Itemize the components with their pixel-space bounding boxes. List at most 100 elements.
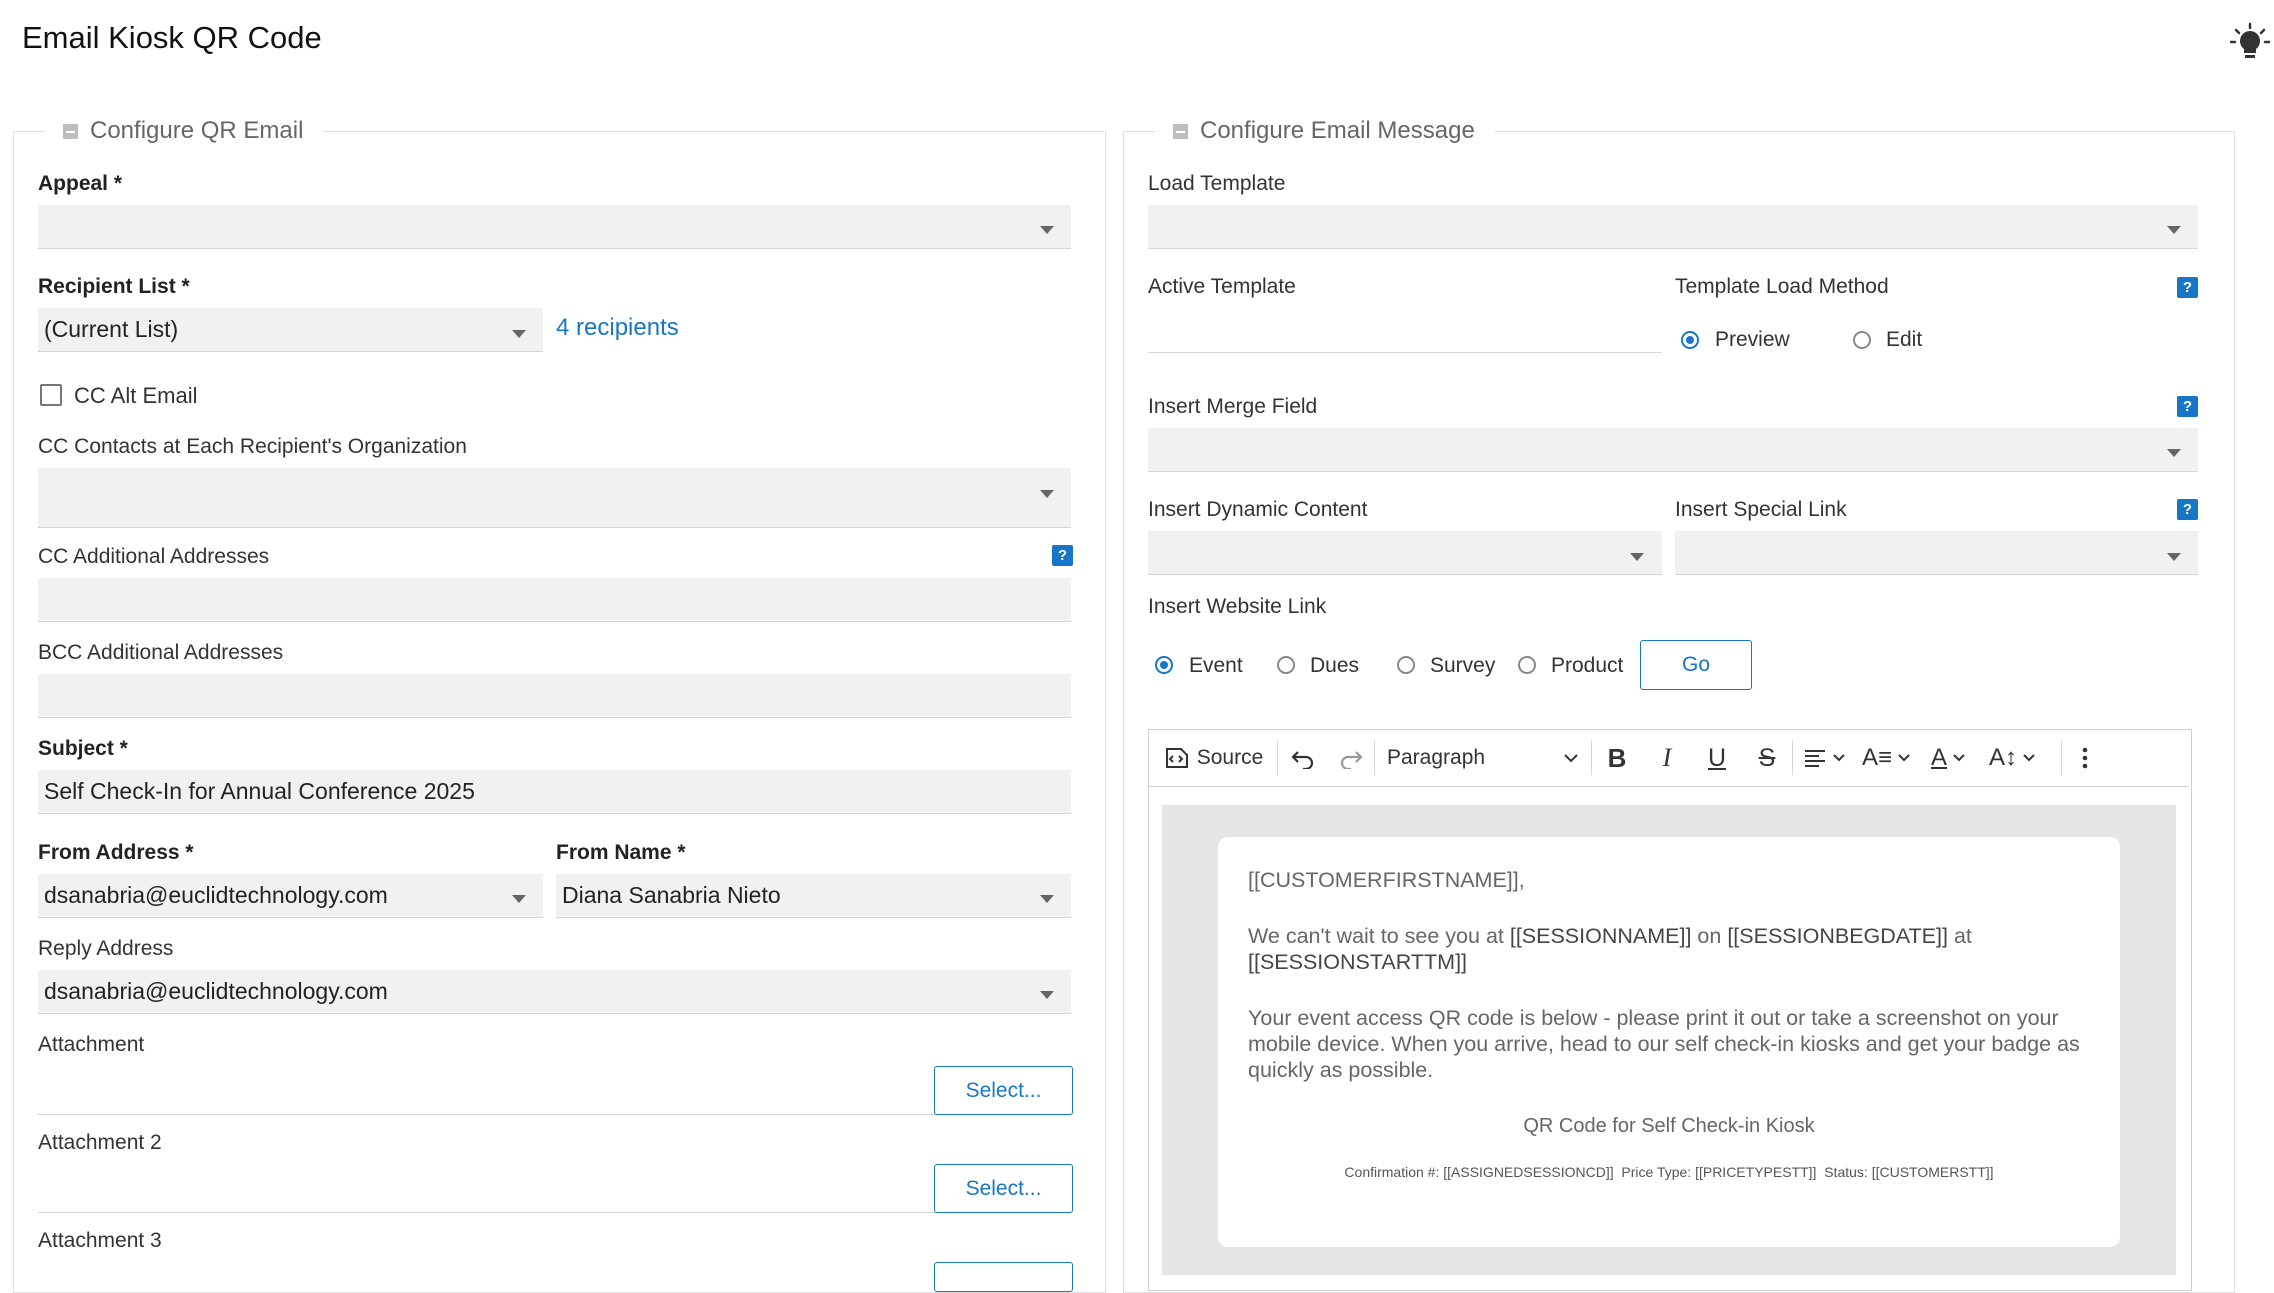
redo-button[interactable] xyxy=(1328,747,1374,769)
collapse-icon[interactable] xyxy=(63,123,78,139)
help-icon[interactable]: ? xyxy=(2177,277,2198,298)
appeal-label: Appeal * xyxy=(38,172,123,195)
from-name-select[interactable]: Diana Sanabria Nieto xyxy=(556,874,1071,918)
recipients-link[interactable]: 4 recipients xyxy=(556,314,679,342)
lightbulb-icon[interactable] xyxy=(2230,22,2270,62)
configure-email-message-legend[interactable]: Configure Email Message xyxy=(1155,117,1495,145)
chevron-down-icon xyxy=(2167,226,2181,234)
font-size-dropdown[interactable]: A≡ xyxy=(1855,744,1917,772)
from-address-label: From Address * xyxy=(38,841,194,864)
greeting-text: [[CUSTOMERFIRSTNAME]], xyxy=(1248,868,1525,892)
intro-paragraph: We can't wait to see you at [[SESSIONNAM… xyxy=(1248,924,1972,974)
cc-additional-label: CC Additional Addresses xyxy=(38,545,270,568)
edit-label: Edit xyxy=(1886,328,1923,351)
source-button[interactable]: Source xyxy=(1149,745,1277,771)
insert-special-link-select[interactable] xyxy=(1675,531,2198,575)
bold-button[interactable]: B xyxy=(1592,743,1642,774)
underline-button[interactable]: U xyxy=(1692,744,1742,773)
insert-dynamic-content-select[interactable] xyxy=(1148,531,1662,575)
configure-qr-email-legend[interactable]: Configure QR Email xyxy=(45,117,324,145)
chevron-down-icon xyxy=(1040,991,1054,999)
bcc-additional-input[interactable] xyxy=(38,674,1071,718)
instructions-paragraph: Your event access QR code is below - ple… xyxy=(1248,1006,2080,1082)
insert-website-link-label: Insert Website Link xyxy=(1148,595,1327,618)
ticket-details: Confirmation #: [[ASSIGNEDSESSIONCD]] Pr… xyxy=(1344,1164,1994,1180)
section-title: Configure Email Message xyxy=(1200,117,1475,144)
preview-radio[interactable] xyxy=(1681,331,1699,349)
collapse-icon[interactable] xyxy=(1173,123,1188,139)
chevron-down-icon xyxy=(1630,553,1644,561)
attachment-2-select-button[interactable]: Select... xyxy=(934,1164,1073,1213)
cc-alt-email-label: CC Alt Email xyxy=(74,383,198,408)
event-radio[interactable] xyxy=(1155,656,1173,674)
line-height-dropdown[interactable]: A↕ xyxy=(1979,744,2045,772)
session-date-field: [[SESSIONBEGDATE]] xyxy=(1727,924,1948,948)
go-button[interactable]: Go xyxy=(1640,640,1752,690)
italic-button[interactable]: I xyxy=(1642,743,1692,773)
session-name-field: [[SESSIONNAME]] xyxy=(1509,924,1692,948)
insert-merge-field-select[interactable] xyxy=(1148,428,2198,472)
help-icon[interactable]: ? xyxy=(1052,545,1073,566)
dues-radio[interactable] xyxy=(1277,656,1295,674)
subject-input[interactable]: Self Check-In for Annual Conference 2025 xyxy=(38,770,1071,814)
attachment-select-button[interactable]: Select... xyxy=(934,1066,1073,1115)
dues-label: Dues xyxy=(1310,654,1360,677)
edit-radio[interactable] xyxy=(1853,331,1871,349)
recipient-list-label: Recipient List * xyxy=(38,275,190,298)
attachment-3-select-button[interactable] xyxy=(934,1262,1073,1292)
insert-merge-field-label: Insert Merge Field xyxy=(1148,395,1318,418)
chevron-down-icon xyxy=(1898,754,1910,762)
undo-button[interactable] xyxy=(1278,747,1328,769)
chevron-down-icon xyxy=(1564,754,1578,763)
align-dropdown[interactable] xyxy=(1793,748,1855,768)
reply-address-select[interactable]: dsanabria@euclidtechnology.com xyxy=(38,970,1071,1014)
cc-additional-input[interactable] xyxy=(38,578,1071,622)
cc-alt-email-checkbox[interactable] xyxy=(40,384,62,406)
from-name-label: From Name * xyxy=(556,841,686,864)
survey-radio[interactable] xyxy=(1397,656,1415,674)
recipient-list-select[interactable]: (Current List) xyxy=(38,308,543,352)
font-color-dropdown[interactable]: A xyxy=(1917,744,1979,772)
redo-icon xyxy=(1340,751,1363,769)
strikethrough-button[interactable]: S xyxy=(1742,744,1792,773)
paragraph-label: Paragraph xyxy=(1387,746,1486,769)
session-time-field: [[SESSIONSTARTTM]] xyxy=(1248,950,1468,974)
chevron-down-icon xyxy=(2167,553,2181,561)
chevron-down-icon xyxy=(2023,754,2035,762)
font-color-icon: A xyxy=(1930,744,1947,771)
template-load-method-label: Template Load Method xyxy=(1675,275,1889,298)
help-icon[interactable]: ? xyxy=(2177,499,2198,520)
product-radio[interactable] xyxy=(1518,656,1536,674)
chevron-down-icon xyxy=(1040,895,1054,903)
more-vertical-icon xyxy=(2082,747,2088,769)
chevron-down-icon xyxy=(1833,754,1845,762)
active-template-input[interactable] xyxy=(1148,352,1662,353)
cc-contacts-label: CC Contacts at Each Recipient's Organiza… xyxy=(38,435,467,458)
paragraph-dropdown[interactable]: Paragraph xyxy=(1375,746,1591,770)
active-template-label: Active Template xyxy=(1148,275,1296,298)
font-size-icon: A≡ xyxy=(1861,744,1892,771)
cc-contacts-select[interactable] xyxy=(38,468,1071,528)
chevron-down-icon xyxy=(2167,449,2181,457)
qr-caption: QR Code for Self Check-in Kiosk xyxy=(1523,1115,1815,1137)
appeal-select[interactable] xyxy=(38,205,1071,249)
more-options-button[interactable] xyxy=(2062,746,2108,770)
product-label: Product xyxy=(1551,654,1624,677)
load-template-select[interactable] xyxy=(1148,205,2198,249)
preview-label: Preview xyxy=(1715,328,1790,351)
editor-toolbar: Source Paragraph B I U S A≡ A A↕ xyxy=(1149,730,2189,787)
source-label: Source xyxy=(1196,746,1264,769)
subject-label: Subject * xyxy=(38,737,128,760)
survey-label: Survey xyxy=(1430,654,1496,677)
email-card: [[CUSTOMERFIRSTNAME]], We can't wait to … xyxy=(1218,837,2120,1247)
align-icon xyxy=(1805,750,1825,767)
chevron-down-icon xyxy=(512,895,526,903)
insert-dynamic-content-label: Insert Dynamic Content xyxy=(1148,498,1368,521)
chevron-down-icon xyxy=(1040,226,1054,234)
bcc-additional-label: BCC Additional Addresses xyxy=(38,641,284,664)
help-icon[interactable]: ? xyxy=(2177,396,2198,417)
from-address-select[interactable]: dsanabria@euclidtechnology.com xyxy=(38,874,543,918)
undo-icon xyxy=(1291,751,1314,769)
reply-address-label: Reply Address xyxy=(38,937,174,960)
source-icon xyxy=(1165,748,1188,768)
